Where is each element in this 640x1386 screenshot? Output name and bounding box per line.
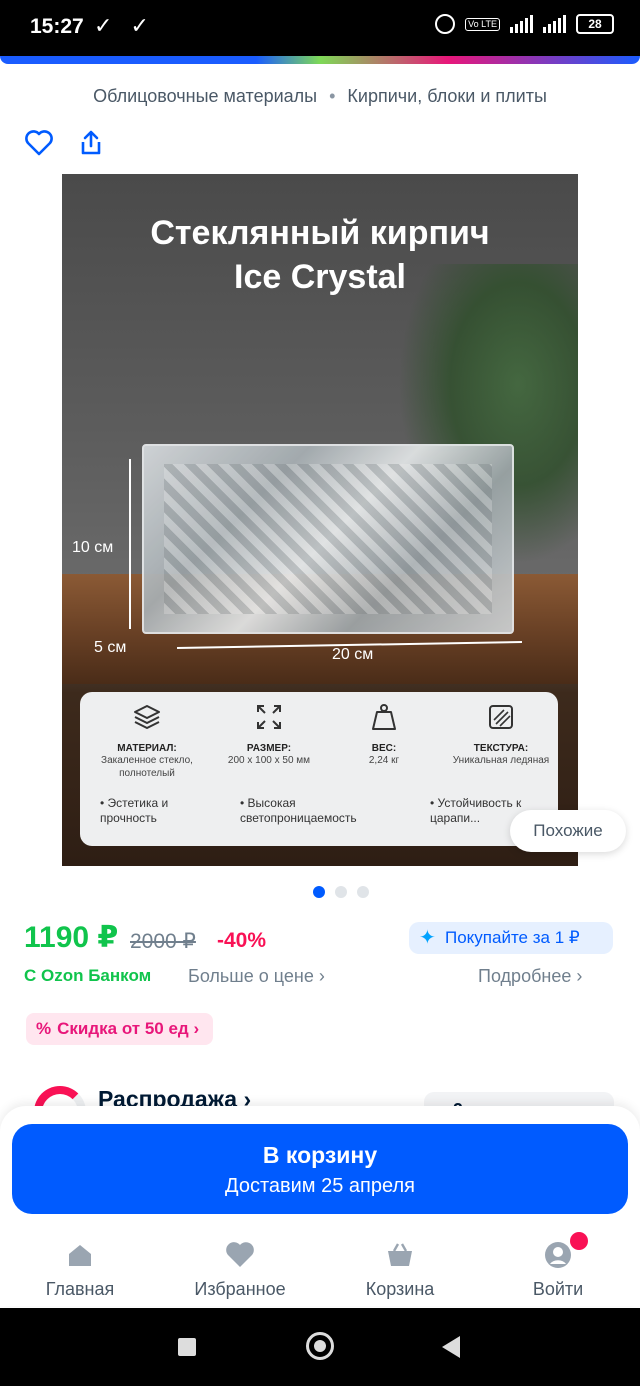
dimension-depth: 5 см	[94, 639, 127, 656]
specs-card: МАТЕРИАЛ: Закаленное стекло, полнотелый …	[80, 692, 558, 846]
user-icon	[545, 1242, 571, 1268]
carousel-dot-1[interactable]	[313, 886, 325, 898]
weight-icon	[372, 704, 396, 730]
system-nav-bar	[0, 1308, 640, 1386]
breadcrumb-item-facing[interactable]: Облицовочные материалы	[93, 86, 317, 106]
add-to-cart-button[interactable]: В корзину Доставим 25 апреля	[12, 1124, 628, 1214]
similar-button[interactable]: Похожие	[510, 810, 626, 852]
carousel-dot-2[interactable]	[335, 886, 347, 898]
details-link[interactable]: Подробнее ›	[478, 966, 582, 987]
tab-bar: Главная Избранное Корзина Войти	[0, 1234, 640, 1304]
sparkle-icon: ✦	[419, 927, 436, 949]
back-icon[interactable]	[442, 1336, 460, 1358]
texture-icon	[489, 705, 513, 729]
heart-icon	[226, 1242, 254, 1267]
heart-icon[interactable]	[24, 128, 54, 158]
dimension-width: 20 см	[332, 646, 374, 663]
alarm-icon	[435, 14, 456, 34]
basket-icon	[388, 1243, 412, 1266]
add-to-cart-label: В корзину	[262, 1142, 378, 1168]
recents-icon[interactable]	[178, 1338, 196, 1356]
breadcrumb: Облицовочные материалы • Кирпичи, блоки и …	[0, 86, 640, 107]
buy-for-1-ruble-badge[interactable]: ✦ Покупайте за 1 ₽	[409, 922, 613, 954]
volte-icon: Vo LTE	[465, 17, 500, 31]
glass-brick	[142, 444, 514, 634]
product-image[interactable]: Стеклянный кирпич Ice Crystal 10 см 5 см…	[62, 174, 578, 866]
old-price: 2000 ₽	[130, 930, 196, 953]
battery-icon: 28	[576, 14, 614, 34]
image-title-line1: Стеклянный кирпич	[150, 214, 490, 252]
breadcrumb-separator: •	[329, 86, 336, 106]
expand-icon	[257, 705, 281, 729]
notification-badge	[570, 1232, 588, 1250]
product-actions	[24, 128, 106, 158]
spec-texture: ТЕКСТУРА: Уникальная ледяная	[442, 702, 560, 767]
ozon-bank-label: С Ozon Банком	[24, 966, 152, 985]
brick-texture	[164, 464, 492, 614]
spec-material: МАТЕРИАЛ: Закаленное стекло, полнотелый	[88, 702, 206, 780]
share-icon[interactable]	[76, 128, 106, 158]
discount-percent: -40%	[217, 929, 267, 952]
tab-favorites[interactable]: Избранное	[160, 1234, 320, 1300]
breadcrumb-item-bricks[interactable]: Кирпичи, блоки и плиты	[347, 86, 546, 106]
bulk-discount-chip[interactable]: % Скидка от 50 ед ›	[26, 1013, 214, 1045]
home-button-icon[interactable]	[306, 1332, 334, 1360]
status-bar: 15:27 ✓ ✓ Vo LTE 28	[0, 0, 640, 56]
buy-for-label: Покупайте за 1 ₽	[445, 928, 580, 947]
carousel-dot-3[interactable]	[357, 886, 369, 898]
layers-icon	[134, 705, 160, 729]
signal-4g-icon	[510, 15, 533, 33]
bullet-aesthetics: • Эстетика и прочность	[100, 796, 169, 825]
carousel-dots	[313, 886, 369, 898]
percent-icon: %	[36, 1019, 52, 1038]
spec-size: РАЗМЕР: 200 x 100 x 50 мм	[210, 702, 328, 767]
home-icon	[69, 1245, 91, 1266]
signal-icon	[543, 15, 566, 33]
more-about-price-link[interactable]: Больше о цене ›	[188, 966, 325, 987]
spec-weight: ВЕС: 2,24 кг	[334, 702, 434, 767]
bullet-light: • Высокая светопроницаемость	[240, 796, 357, 825]
tab-login[interactable]: Войти	[478, 1234, 638, 1300]
tab-home[interactable]: Главная	[0, 1234, 160, 1300]
delivery-date: Доставим 25 апреля	[225, 1175, 415, 1197]
status-time: 15:27	[30, 15, 84, 38]
bulk-discount-label: Скидка от 50 ед ›	[57, 1019, 200, 1038]
tab-cart[interactable]: Корзина	[320, 1234, 480, 1300]
notification-check-icons: ✓ ✓	[94, 13, 155, 38]
image-title-line2: Ice Crystal	[234, 258, 406, 296]
top-banner-strip[interactable]	[0, 56, 640, 64]
height-dimension-line	[129, 459, 131, 629]
current-price: 1190 ₽	[24, 921, 119, 954]
status-icons: Vo LTE 28	[435, 14, 614, 34]
dimension-height: 10 см	[72, 539, 114, 556]
